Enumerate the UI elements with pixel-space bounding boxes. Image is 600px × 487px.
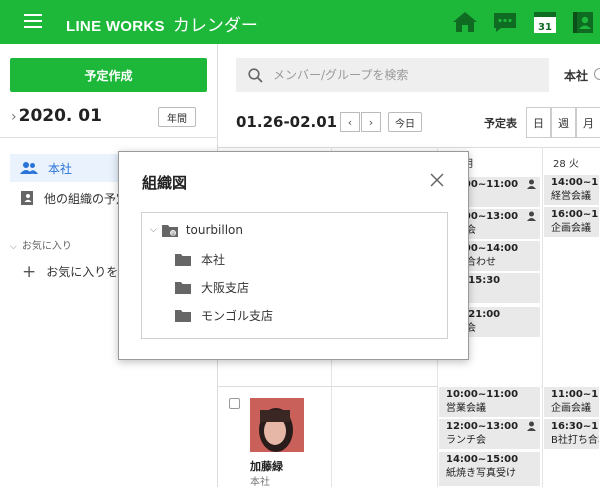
user-name: 加藤緑 [250,460,283,473]
search-box [236,58,549,92]
today-button[interactable]: 今日 [388,112,422,132]
top-bar: LINE WORKS カレンダー 31 [0,0,600,44]
year-month-label: 2020. 01 [18,106,102,126]
event-title: 企画会議 [551,403,591,414]
user-photo [250,398,304,452]
user-org: 本社 [250,477,270,487]
view-month-button[interactable]: 月 [576,107,600,138]
hamburger-menu-icon[interactable] [24,14,42,28]
tree-root-label: tourbillon [185,223,243,237]
org-filter-label[interactable]: 本社 [564,67,588,84]
schedule-view-label[interactable]: 予定表 [484,115,517,131]
chevron-down-icon: ⌵ [10,242,17,252]
event-title: B社打ち合わせ [551,435,599,446]
folder-icon [175,282,191,294]
contacts-icon[interactable] [570,10,596,34]
chevron-down-icon: ⌵ [150,225,157,235]
person-icon [527,421,536,431]
year-view-button[interactable]: 年間 [158,107,196,127]
event-title: 紙焼き写真受け [446,468,516,479]
home-icon[interactable] [452,10,478,34]
tree-node-osaka[interactable]: 大阪支店 [175,279,249,296]
event-block[interactable]: 10:00~11:00 営業会議 [438,386,541,418]
event-block[interactable]: 14:00~15:00 紙焼き写真受け [438,451,541,487]
app-name: カレンダー [172,16,258,36]
event-time: 16:30~1 [551,421,599,432]
event-block[interactable]: 16:30~1 B社打ち合わせ [543,418,600,450]
date-range: 01.26-02.01 [236,113,338,131]
tree-node-label: 本社 [201,253,226,267]
tree-node-honsha[interactable]: 本社 [175,251,225,268]
next-week-button[interactable]: › [361,112,381,132]
event-block[interactable]: 12:00~13:00 ランチ会 [438,418,541,450]
brand-logo-text: LINE WORKS [66,18,165,35]
chevron-left-icon: ‹ [347,115,353,129]
favorites-header[interactable]: ⌵ お気に入り [10,237,72,252]
contact-book-icon [21,191,33,205]
org-info-icon[interactable] [594,68,600,80]
event-title: 経営会議 [551,191,591,202]
event-time: 16:00~1 [551,209,599,220]
chevron-right-icon: › [11,109,17,125]
org-chart-dialog: 組織図 ⌵ @ tourbillon 本社 大阪支店 モンゴル支店 [118,151,469,360]
event-block[interactable]: 16:00~1 企画会議 [543,206,600,238]
prev-week-button[interactable]: ‹ [340,112,360,132]
chevron-right-icon: › [368,115,374,129]
sidebar-item-label: 他の組織の予定 [44,191,129,206]
event-time: 10:00~11:00 [446,389,519,400]
create-event-button[interactable]: 予定作成 [10,58,207,92]
app-title: LINE WORKS カレンダー [66,11,258,36]
search-input[interactable] [273,68,533,82]
org-folder-icon: @ [161,224,178,237]
org-tree: ⌵ @ tourbillon 本社 大阪支店 モンゴル支店 [141,212,448,339]
tree-root-tourbillon[interactable]: ⌵ @ tourbillon [150,223,243,237]
chat-icon[interactable] [492,10,518,34]
svg-text:@: @ [170,231,175,237]
event-time: 14:00~1 [551,177,599,188]
people-icon [20,162,38,174]
event-title: 営業会議 [446,403,486,414]
user-select-checkbox[interactable] [229,398,240,409]
tree-node-label: モンゴル支店 [201,309,274,323]
event-title: 企画会議 [551,223,591,234]
sidebar-item-label: 本社 [48,161,73,176]
person-icon [527,211,536,221]
plus-icon: + [22,262,37,282]
divider [0,137,218,138]
event-time: 14:00~15:00 [446,454,519,465]
mini-calendar-month[interactable]: › 2020. 01 [11,106,102,126]
folder-icon [175,310,191,322]
event-time: 12:00~13:00 [446,421,519,432]
calendar-icon[interactable]: 31 [532,10,558,34]
event-time: 11:00~1 [551,389,599,400]
event-block[interactable]: 11:00~1 企画会議 [543,386,600,418]
avatar[interactable] [250,398,304,452]
calendar-icon-day: 31 [538,22,552,33]
view-day-button[interactable]: 日 [526,107,551,138]
dialog-title: 組織図 [142,174,188,192]
event-title: ランチ会 [446,435,486,446]
search-icon [248,67,263,83]
event-block[interactable]: 14:00~1 経営会議 [543,174,600,206]
day-header-tue[interactable]: 28 火 [553,155,579,170]
view-week-button[interactable]: 週 [551,107,576,138]
tree-node-mongolia[interactable]: モンゴル支店 [175,307,273,324]
tree-node-label: 大阪支店 [201,281,250,295]
person-icon [527,179,536,189]
favorites-label: お気に入り [21,241,72,252]
folder-icon [175,254,191,266]
close-icon[interactable] [429,172,445,188]
